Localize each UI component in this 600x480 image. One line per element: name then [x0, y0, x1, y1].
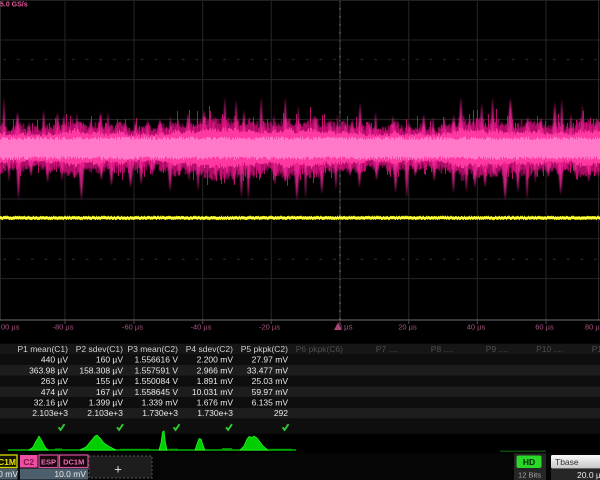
svg-text:32.16 µV: 32.16 µV: [34, 398, 69, 408]
svg-text:6.135 mV: 6.135 mV: [252, 398, 289, 408]
svg-text:-60 µs: -60 µs: [122, 323, 143, 332]
svg-text:2.103e+3: 2.103e+3: [87, 408, 123, 418]
svg-text:P3 mean(C2): P3 mean(C2): [127, 344, 178, 354]
svg-text:474 µV: 474 µV: [41, 387, 68, 397]
svg-text:263 µV: 263 µV: [41, 376, 68, 386]
svg-text:-40 µs: -40 µs: [191, 323, 212, 332]
svg-text:P8 ....: P8 ....: [431, 344, 453, 354]
svg-text:DC1M: DC1M: [0, 457, 16, 467]
svg-text:-20 µs: -20 µs: [259, 323, 280, 332]
svg-text:2.966 mV: 2.966 mV: [197, 365, 234, 375]
svg-text:P5 pkpk(C2): P5 pkpk(C2): [241, 344, 288, 354]
svg-text:20 µs: 20 µs: [398, 323, 417, 332]
svg-text:HD: HD: [523, 457, 535, 467]
svg-text:-80 µs: -80 µs: [53, 323, 74, 332]
svg-text:2.200 mV: 2.200 mV: [197, 355, 234, 365]
svg-text:P10 ....: P10 ....: [536, 344, 563, 354]
svg-text:1.550084 V: 1.550084 V: [135, 376, 179, 386]
svg-text:440 µV: 440 µV: [41, 355, 68, 365]
svg-text:C2: C2: [23, 457, 34, 467]
svg-text:Tbase: Tbase: [555, 457, 579, 467]
svg-text:1.399 µV: 1.399 µV: [89, 398, 124, 408]
svg-text:00 µs: 00 µs: [1, 323, 20, 332]
svg-text:27.97 mV: 27.97 mV: [252, 355, 289, 365]
svg-text:80 µs: 80 µs: [585, 323, 600, 332]
svg-text:+: +: [114, 462, 122, 477]
svg-text:DC1M: DC1M: [63, 458, 84, 467]
svg-text:5.0 GS/s: 5.0 GS/s: [0, 2, 28, 9]
svg-text:158.308 µV: 158.308 µV: [79, 365, 123, 375]
svg-text:160 µV: 160 µV: [96, 355, 123, 365]
svg-text:10.031 mV: 10.031 mV: [192, 387, 233, 397]
svg-text:40 µs: 40 µs: [467, 323, 486, 332]
svg-text:P7 ....: P7 ....: [376, 344, 398, 354]
svg-text:59.97 mV: 59.97 mV: [252, 387, 289, 397]
svg-text:167 µV: 167 µV: [96, 387, 123, 397]
svg-text:33.477 mV: 33.477 mV: [247, 365, 288, 375]
svg-text:1.730e+3: 1.730e+3: [197, 408, 233, 418]
svg-text:1.339 mV: 1.339 mV: [142, 398, 179, 408]
svg-text:1.558645 V: 1.558645 V: [135, 387, 179, 397]
svg-text:1.556616 V: 1.556616 V: [135, 355, 179, 365]
svg-text:155 µV: 155 µV: [96, 376, 123, 386]
svg-text:10.0 mV: 10.0 mV: [54, 469, 86, 479]
svg-text:P11 ....: P11 ....: [592, 344, 600, 354]
svg-text:12 Bits: 12 Bits: [518, 471, 541, 480]
svg-text:P1 mean(C1): P1 mean(C1): [17, 344, 68, 354]
svg-text:ESP: ESP: [41, 458, 56, 467]
svg-text:1.676 mV: 1.676 mV: [197, 398, 234, 408]
svg-text:1.730e+3: 1.730e+3: [142, 408, 178, 418]
svg-text:P2 sdev(C1): P2 sdev(C1): [76, 344, 123, 354]
svg-text:292: 292: [274, 408, 288, 418]
svg-text:1.891 mV: 1.891 mV: [197, 376, 234, 386]
svg-text:P4 sdev(C2): P4 sdev(C2): [186, 344, 233, 354]
svg-text:363.98 µV: 363.98 µV: [29, 365, 68, 375]
svg-text:P9 ....: P9 ....: [486, 344, 508, 354]
svg-text:2.103e+3: 2.103e+3: [32, 408, 68, 418]
svg-text:1.557591 V: 1.557591 V: [135, 365, 179, 375]
svg-text:P6 pkpk(C6): P6 pkpk(C6): [296, 344, 343, 354]
svg-text:25.03 mV: 25.03 mV: [252, 376, 289, 386]
svg-text:10.0 mV: 10.0 mV: [0, 469, 18, 479]
svg-text:60 µs: 60 µs: [535, 323, 554, 332]
svg-text:20.0 µs: 20.0 µs: [577, 470, 600, 480]
